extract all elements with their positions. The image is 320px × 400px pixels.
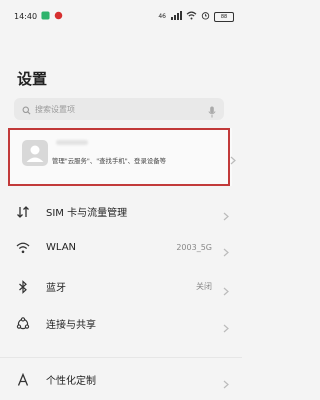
chevron-right-icon (223, 318, 229, 337)
chat-app-icon (41, 11, 50, 22)
battery-level: 88 (220, 13, 228, 20)
settings-row-value: 2003_5G (176, 242, 212, 252)
settings-row-wlan[interactable]: WLAN 2003_5G (0, 232, 242, 262)
microphone-icon[interactable] (208, 103, 216, 122)
network-type: 46 (158, 13, 166, 20)
page-title: 设置 (17, 70, 48, 88)
avatar (22, 140, 48, 166)
alarm-icon (201, 11, 210, 22)
settings-row-label: 蓝牙 (46, 282, 66, 294)
search-placeholder: 搜索设置项 (35, 104, 75, 114)
settings-row-bluetooth[interactable]: 蓝牙 关闭 (0, 271, 242, 301)
chevron-right-icon (223, 374, 229, 393)
settings-row-label: 连接与共享 (46, 319, 96, 331)
connection-share-icon (16, 316, 30, 330)
chevron-right-icon (223, 242, 229, 261)
chevron-right-icon (223, 281, 229, 300)
account-name-blurred (56, 140, 88, 145)
wifi-status-icon (186, 11, 197, 22)
section-divider (0, 357, 242, 358)
status-left: 14:40 (14, 11, 63, 22)
settings-row-label: WLAN (46, 241, 77, 253)
search-bar[interactable]: 搜索设置项 (14, 98, 224, 120)
chevron-right-icon (223, 206, 229, 225)
wifi-icon (16, 240, 30, 254)
clock: 14:40 (14, 12, 38, 21)
account-subtitle: 管理"云服务"、"查找手机"、登录设备等 (52, 157, 167, 165)
settings-row-value: 关闭 (196, 281, 212, 291)
settings-row-sim[interactable]: SIM 卡与流量管理 (0, 196, 242, 226)
sim-traffic-icon (16, 204, 30, 218)
settings-row-label: SIM 卡与流量管理 (46, 207, 128, 219)
account-card[interactable]: 管理"云服务"、"查找手机"、登录设备等 (8, 128, 236, 186)
bluetooth-icon (16, 279, 30, 294)
settings-row-label: 个性化定制 (46, 375, 96, 387)
app-notification-icon (54, 11, 63, 22)
status-right: 46 88 (158, 11, 234, 22)
settings-row-connection[interactable]: 连接与共享 (0, 308, 242, 338)
signal-icon (170, 11, 182, 22)
search-icon (22, 100, 31, 119)
status-bar: 14:40 46 88 (0, 0, 242, 32)
personalization-icon (16, 372, 30, 386)
settings-row-personalization[interactable]: 个性化定制 (0, 364, 242, 394)
battery-icon: 88 (214, 11, 234, 22)
chevron-right-icon (230, 150, 236, 169)
